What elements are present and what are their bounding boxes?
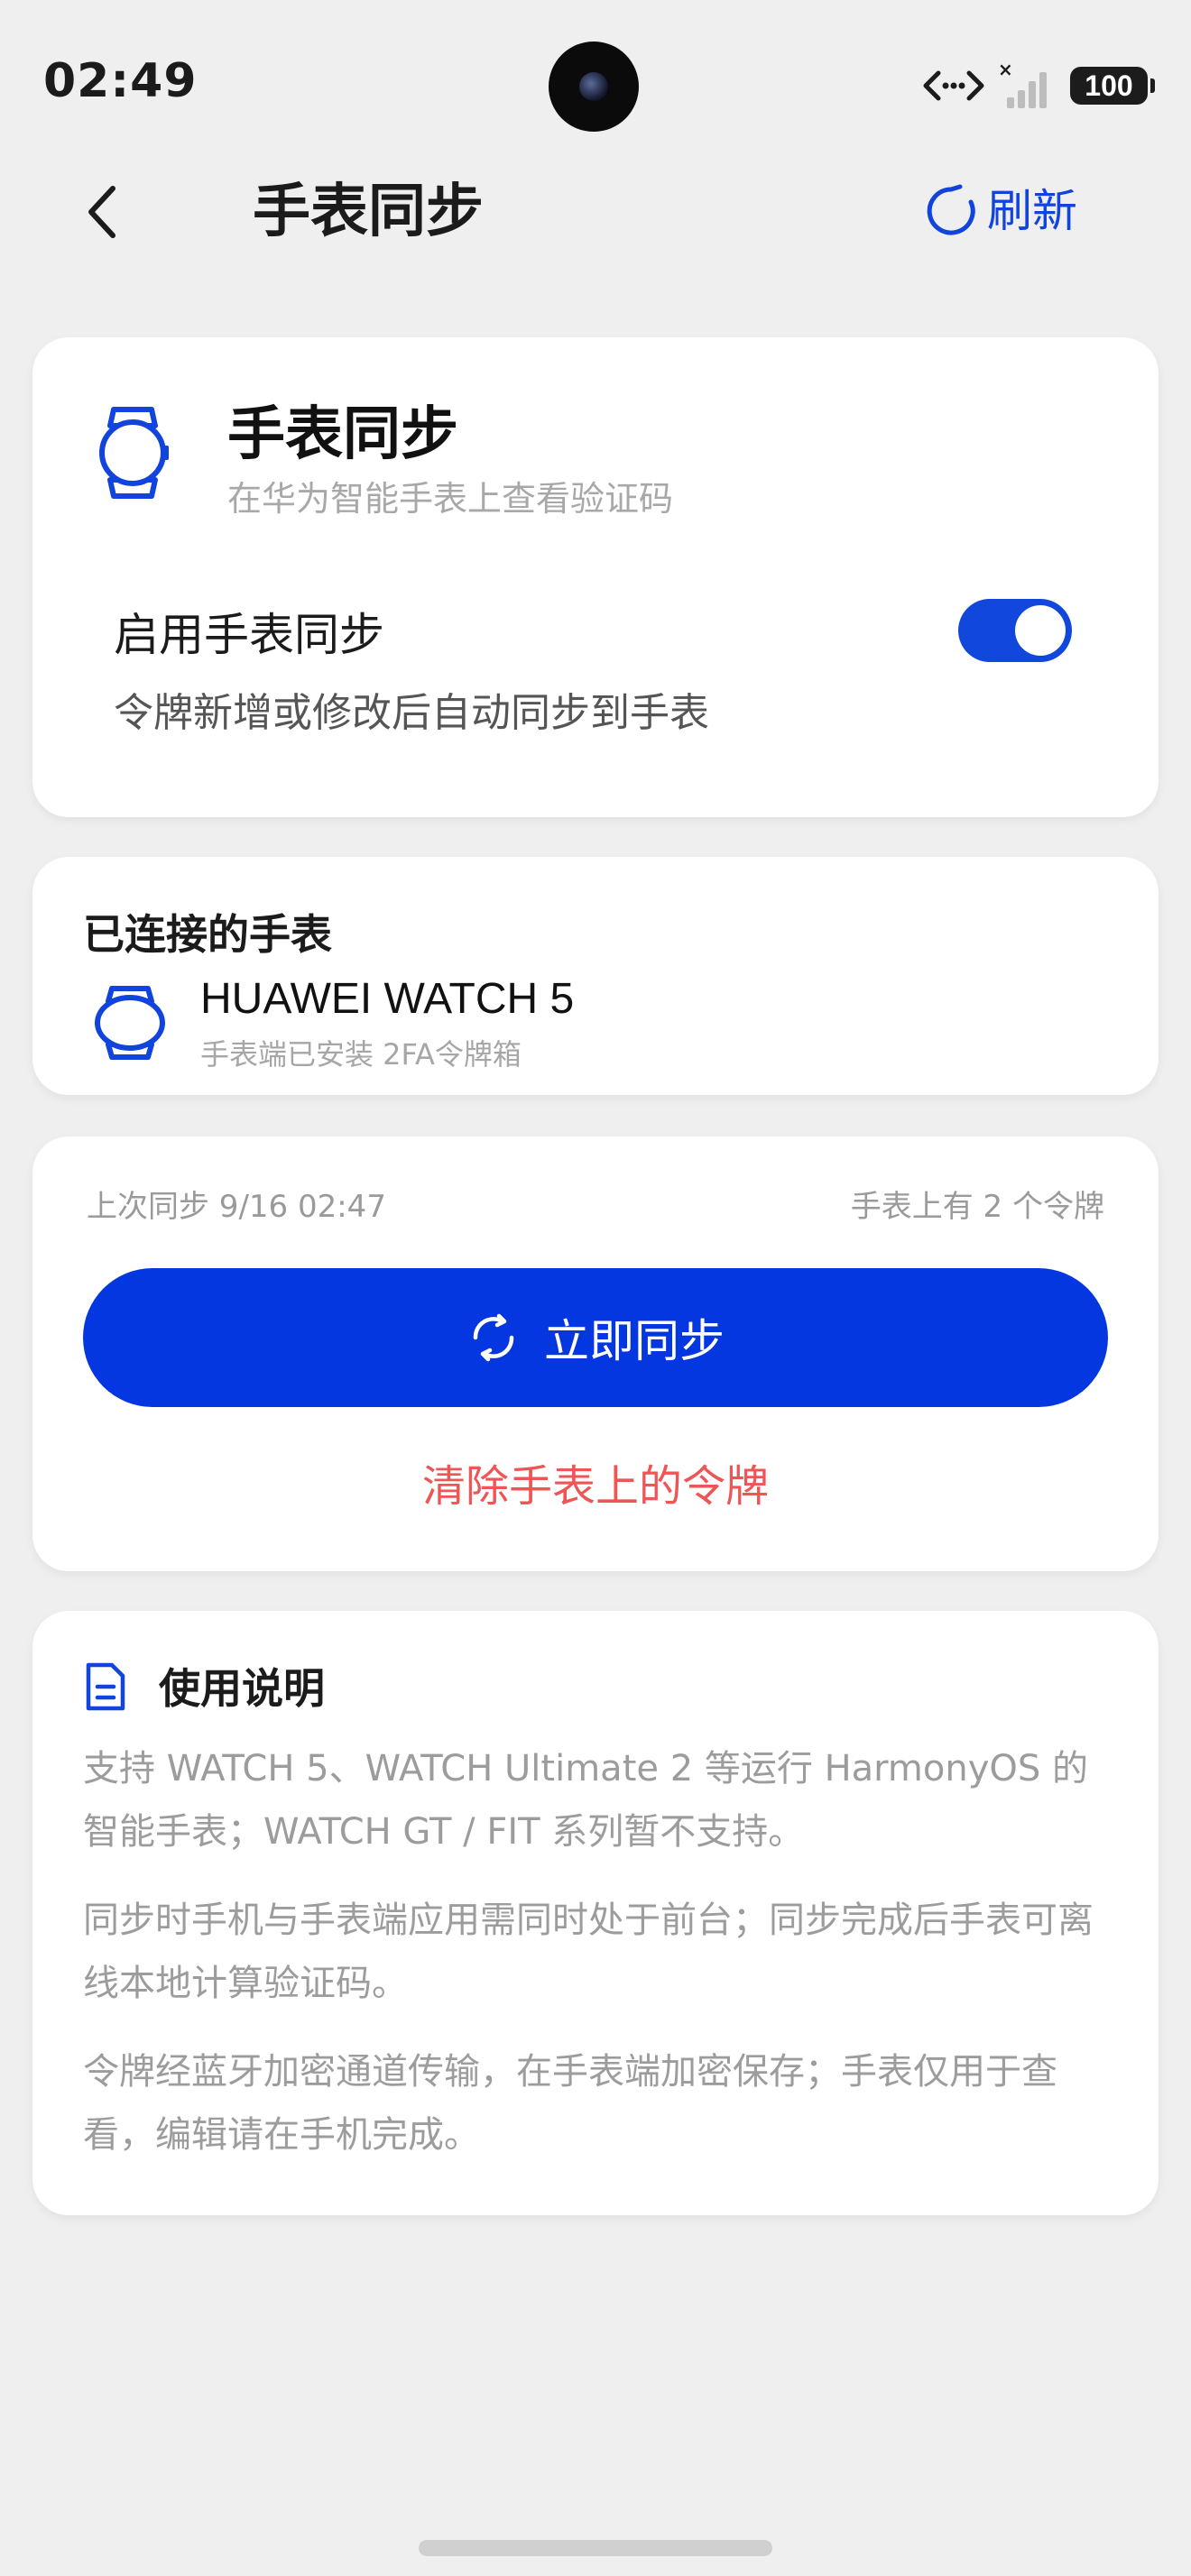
watch-icon <box>99 407 169 499</box>
connected-watch-card: 已连接的手表 HUAWEI WATCH 5 手表端已安装 2FA令牌箱 <box>32 857 1159 1095</box>
usage-paragraph: 支持 WATCH 5、WATCH Ultimate 2 等运行 HarmonyO… <box>83 1748 1088 1853</box>
no-signal-icon: × <box>998 61 1047 108</box>
card-subtitle: 在华为智能手表上查看验证码 <box>227 479 674 519</box>
enable-sync-toggle[interactable] <box>958 599 1072 662</box>
usage-paragraph: 令牌经蓝牙加密通道传输，在手表端加密保存；手表仅用于查看，编辑请在手机完成。 <box>83 2051 1057 2156</box>
home-indicator[interactable] <box>419 2540 772 2556</box>
device-status: 手表端已安装 2FA令牌箱 <box>200 1037 522 1072</box>
status-time: 02:49 <box>43 54 198 108</box>
sync-now-button[interactable]: 立即同步 <box>83 1268 1108 1407</box>
usage-title: 使用说明 <box>159 1664 325 1713</box>
connected-heading: 已连接的手表 <box>83 910 332 959</box>
back-button[interactable] <box>70 171 134 253</box>
usage-paragraph: 同步时手机与手表端应用需同时处于前台；同步完成后手表可离线本地计算验证码。 <box>83 1900 1094 2004</box>
status-icons: × 100 <box>922 61 1155 110</box>
refresh-label: 刷新 <box>987 185 1077 237</box>
clear-tokens-link[interactable]: 清除手表上的令牌 <box>32 1450 1159 1513</box>
refresh-button[interactable]: 刷新 <box>924 175 1077 247</box>
sync-actions-card: 上次同步 9/16 02:47 手表上有 2 个令牌 立即同步 清除手表上的令牌 <box>32 1136 1159 1571</box>
screen: 02:49 × 100 手表同步 刷新 手表同步 在华为智能手表上查看验证码 启… <box>0 0 1191 2576</box>
battery-level: 100 <box>1085 69 1133 102</box>
page-title: 手表同步 <box>253 179 484 245</box>
device-name: HUAWEI WATCH 5 <box>200 975 575 1023</box>
watch-sync-card: 手表同步 在华为智能手表上查看验证码 启用手表同步 令牌新增或修改后自动同步到手… <box>32 337 1159 817</box>
battery-icon: 100 <box>1070 67 1155 105</box>
svg-text:×: × <box>998 61 1013 80</box>
front-camera <box>549 41 639 132</box>
usage-instructions-card: 使用说明 支持 WATCH 5、WATCH Ultimate 2 等运行 Har… <box>32 1611 1159 2215</box>
card-title: 手表同步 <box>227 401 458 468</box>
last-sync-time: 上次同步 9/16 02:47 <box>87 1189 386 1225</box>
chevron-left-icon <box>88 186 115 238</box>
toggle-label: 启用手表同步 <box>114 609 384 661</box>
sync-now-label: 立即同步 <box>544 1315 725 1367</box>
toggle-description: 令牌新增或修改后自动同步到手表 <box>114 690 709 736</box>
token-count: 手表上有 2 个令牌 <box>850 1189 1104 1225</box>
refresh-icon <box>927 184 975 235</box>
watch-icon <box>95 986 165 1060</box>
sync-icon <box>473 1313 514 1362</box>
signal-arrows-icon <box>923 70 984 101</box>
document-icon <box>86 1662 125 1711</box>
